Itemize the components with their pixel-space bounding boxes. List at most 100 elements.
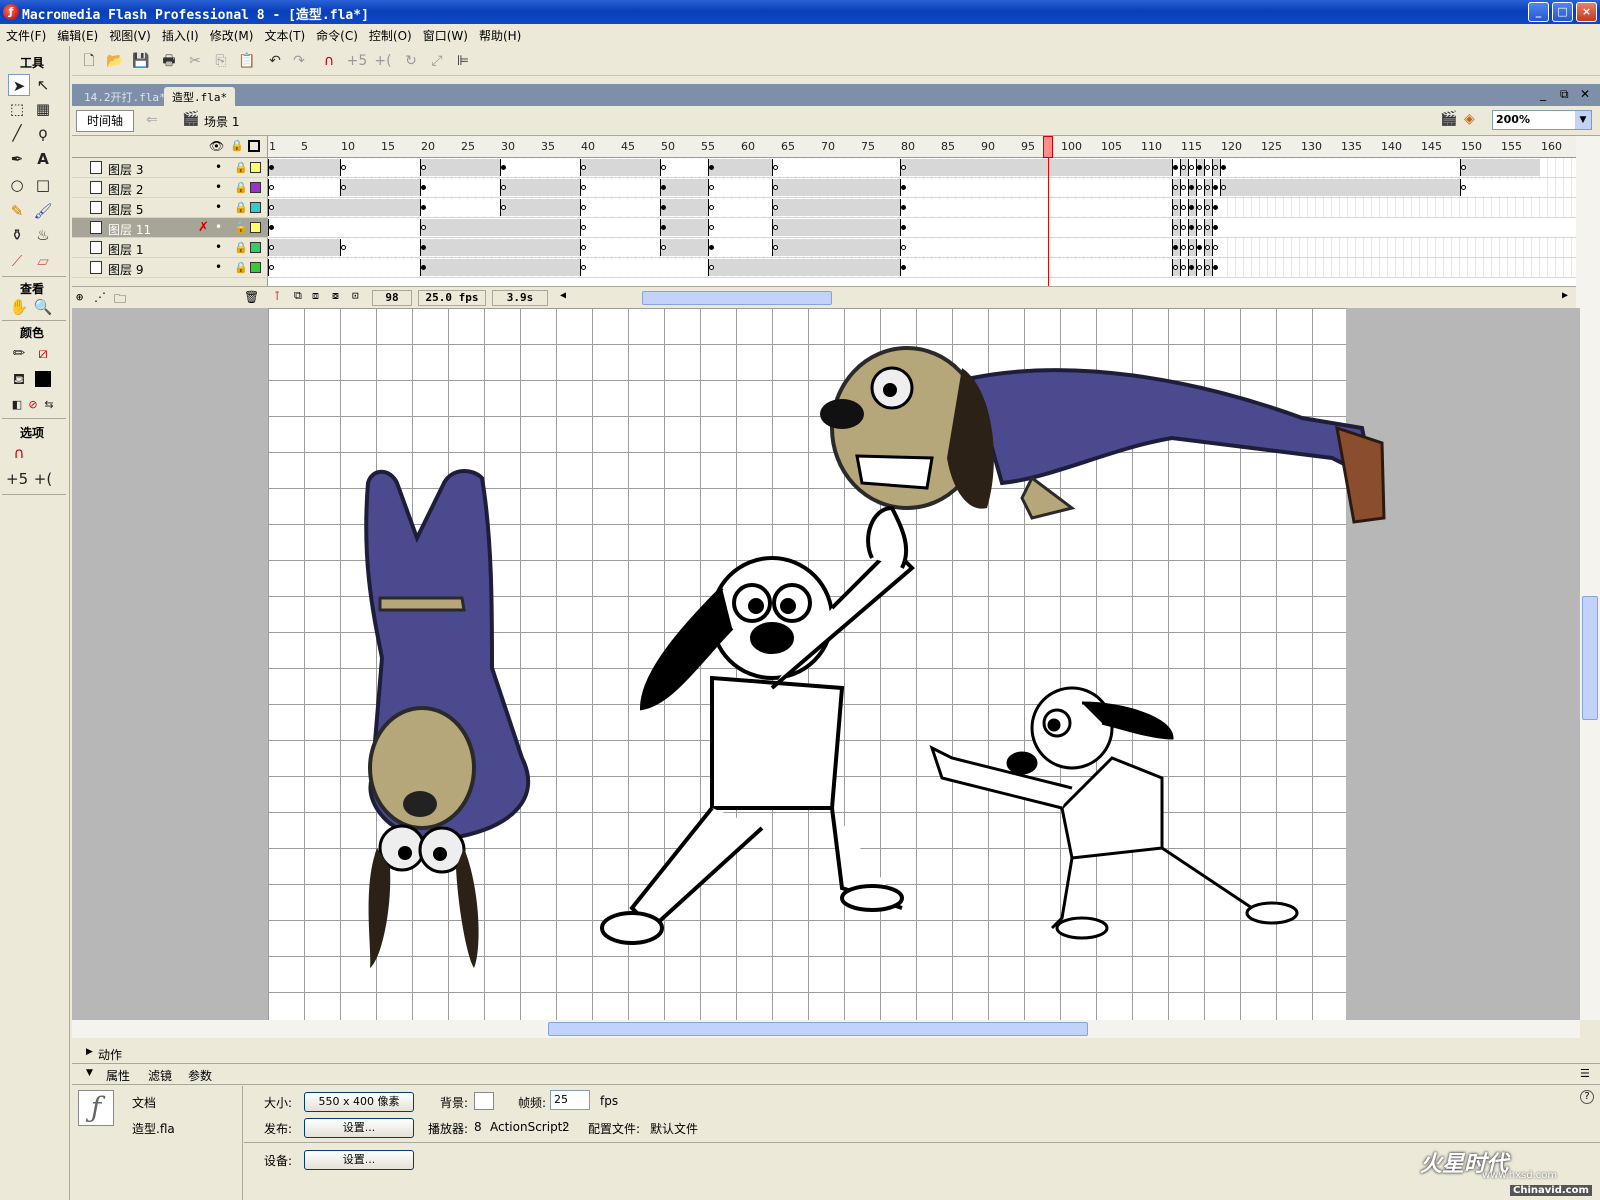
- ink-bottle-icon[interactable]: ⚱: [6, 224, 28, 246]
- keyframe[interactable]: [709, 265, 714, 270]
- keyframe[interactable]: [1197, 265, 1202, 270]
- keyframe[interactable]: [421, 265, 426, 270]
- size-button[interactable]: 550 x 400 像素: [304, 1092, 414, 1112]
- keyframe[interactable]: [1173, 245, 1178, 250]
- frame-span[interactable]: [772, 179, 900, 196]
- frame-row[interactable]: [268, 258, 1576, 278]
- keyframe[interactable]: [269, 205, 274, 210]
- keyframe[interactable]: [1221, 165, 1226, 170]
- keyframe[interactable]: [773, 185, 778, 190]
- keyframe[interactable]: [1173, 205, 1178, 210]
- keyframe[interactable]: [421, 165, 426, 170]
- rotate-icon[interactable]: ↻: [400, 51, 422, 71]
- center-frame-icon[interactable]: ⊺: [274, 289, 280, 303]
- keyframe[interactable]: [901, 205, 906, 210]
- layer-row[interactable]: 图层 2 • 🔒: [72, 178, 268, 198]
- layer-name[interactable]: 图层 2: [108, 181, 143, 198]
- frame-span[interactable]: [772, 219, 900, 236]
- keyframe[interactable]: [1181, 205, 1186, 210]
- save-icon[interactable]: 💾: [130, 51, 152, 71]
- keyframe[interactable]: [709, 245, 714, 250]
- frame-span[interactable]: [340, 159, 420, 176]
- keyframe[interactable]: [709, 165, 714, 170]
- frame-span[interactable]: [420, 219, 580, 236]
- onion-outline-icon[interactable]: ⧈: [312, 289, 319, 303]
- keyframe[interactable]: [901, 265, 906, 270]
- keyframe[interactable]: [1213, 205, 1218, 210]
- oval-tool-icon[interactable]: ○: [6, 174, 28, 196]
- keyframe[interactable]: [1221, 185, 1226, 190]
- keyframe[interactable]: [661, 185, 666, 190]
- keyframe[interactable]: [341, 185, 346, 190]
- layer-name[interactable]: 图层 1: [108, 241, 143, 258]
- keyframe[interactable]: [421, 245, 426, 250]
- keyframe[interactable]: [1213, 225, 1218, 230]
- keyframe[interactable]: [1213, 185, 1218, 190]
- frame-span[interactable]: [580, 259, 708, 276]
- fill-color-icon[interactable]: ⛾: [8, 368, 30, 390]
- keyframe[interactable]: [269, 245, 274, 250]
- visibility-dot[interactable]: •: [215, 200, 222, 214]
- keyframe[interactable]: [501, 165, 506, 170]
- frame-span[interactable]: [268, 239, 340, 256]
- keyframe[interactable]: [1197, 225, 1202, 230]
- frame-span[interactable]: [772, 199, 900, 216]
- timeline-horizontal-scrollbar[interactable]: [642, 291, 832, 305]
- keyframe[interactable]: [1181, 185, 1186, 190]
- character-artwork[interactable]: [72, 308, 1580, 1020]
- frame-span[interactable]: [900, 219, 1172, 236]
- keyframe[interactable]: [1197, 185, 1202, 190]
- layer-row[interactable]: 图层 3 • 🔒: [72, 158, 268, 178]
- close-button[interactable]: ×: [1576, 2, 1597, 22]
- frame-span[interactable]: [580, 199, 660, 216]
- visibility-dot[interactable]: •: [215, 260, 222, 274]
- keyframe[interactable]: [661, 225, 666, 230]
- outline-color-swatch[interactable]: [250, 182, 261, 193]
- visibility-dot[interactable]: •: [215, 180, 222, 194]
- timeline-vertical-scrollbar[interactable]: [1576, 136, 1600, 308]
- outline-color-swatch[interactable]: [250, 222, 261, 233]
- frame-ruler[interactable]: 1 5 10 15 20 25 30 35 40 45 50 55 60 65 70 75 80 85 90 95 10…: [268, 136, 1576, 158]
- frame-span[interactable]: [708, 259, 900, 276]
- keyframe[interactable]: [709, 225, 714, 230]
- keyframe[interactable]: [1189, 165, 1194, 170]
- menu-help[interactable]: 帮助(H): [473, 24, 526, 44]
- keyframe[interactable]: [1181, 225, 1186, 230]
- keyframe[interactable]: [1205, 185, 1210, 190]
- outline-icon[interactable]: [248, 140, 260, 152]
- panel-menu-icon[interactable]: ☰: [1580, 1067, 1590, 1080]
- frame-span[interactable]: [708, 239, 772, 256]
- layer-name[interactable]: 图层 9: [108, 261, 143, 278]
- line-tool-icon[interactable]: ╱: [6, 122, 28, 144]
- frame-span[interactable]: [420, 199, 500, 216]
- frame-span[interactable]: [268, 179, 340, 196]
- menu-view[interactable]: 视图(V): [103, 24, 156, 44]
- eyedropper-icon[interactable]: ⟋: [6, 250, 28, 272]
- paste-icon[interactable]: 📋: [236, 51, 258, 71]
- keyframe[interactable]: [1205, 205, 1210, 210]
- outline-color-swatch[interactable]: [250, 262, 261, 273]
- frame-span[interactable]: [772, 239, 900, 256]
- paint-bucket-icon[interactable]: ♨: [32, 224, 54, 246]
- outline-color-swatch[interactable]: [250, 242, 261, 253]
- frame-span[interactable]: [500, 159, 580, 176]
- eye-icon[interactable]: 👁: [209, 139, 224, 153]
- frame-span[interactable]: [660, 219, 708, 236]
- menu-edit[interactable]: 编辑(E): [51, 24, 103, 44]
- layer-row[interactable]: 图层 11 ✗ • 🔒: [72, 218, 268, 238]
- frame-span[interactable]: [268, 219, 420, 236]
- menu-commands[interactable]: 命令(C): [310, 24, 363, 44]
- chevron-down-icon[interactable]: ▼: [86, 1068, 93, 1078]
- keyframe[interactable]: [709, 185, 714, 190]
- doc-close-icon[interactable]: ✕: [1580, 87, 1590, 101]
- chevron-down-icon[interactable]: ▼: [1575, 111, 1591, 129]
- smooth-icon[interactable]: +5: [6, 468, 28, 490]
- free-transform-icon[interactable]: ⬚: [6, 98, 28, 120]
- frame-span[interactable]: [580, 239, 660, 256]
- frame-span[interactable]: [1220, 179, 1460, 196]
- keyframe[interactable]: [341, 165, 346, 170]
- minimize-button[interactable]: _: [1528, 2, 1549, 22]
- pushup-dog[interactable]: [820, 346, 1386, 524]
- help-icon[interactable]: ?: [1580, 1090, 1594, 1104]
- keyframe[interactable]: [269, 265, 274, 270]
